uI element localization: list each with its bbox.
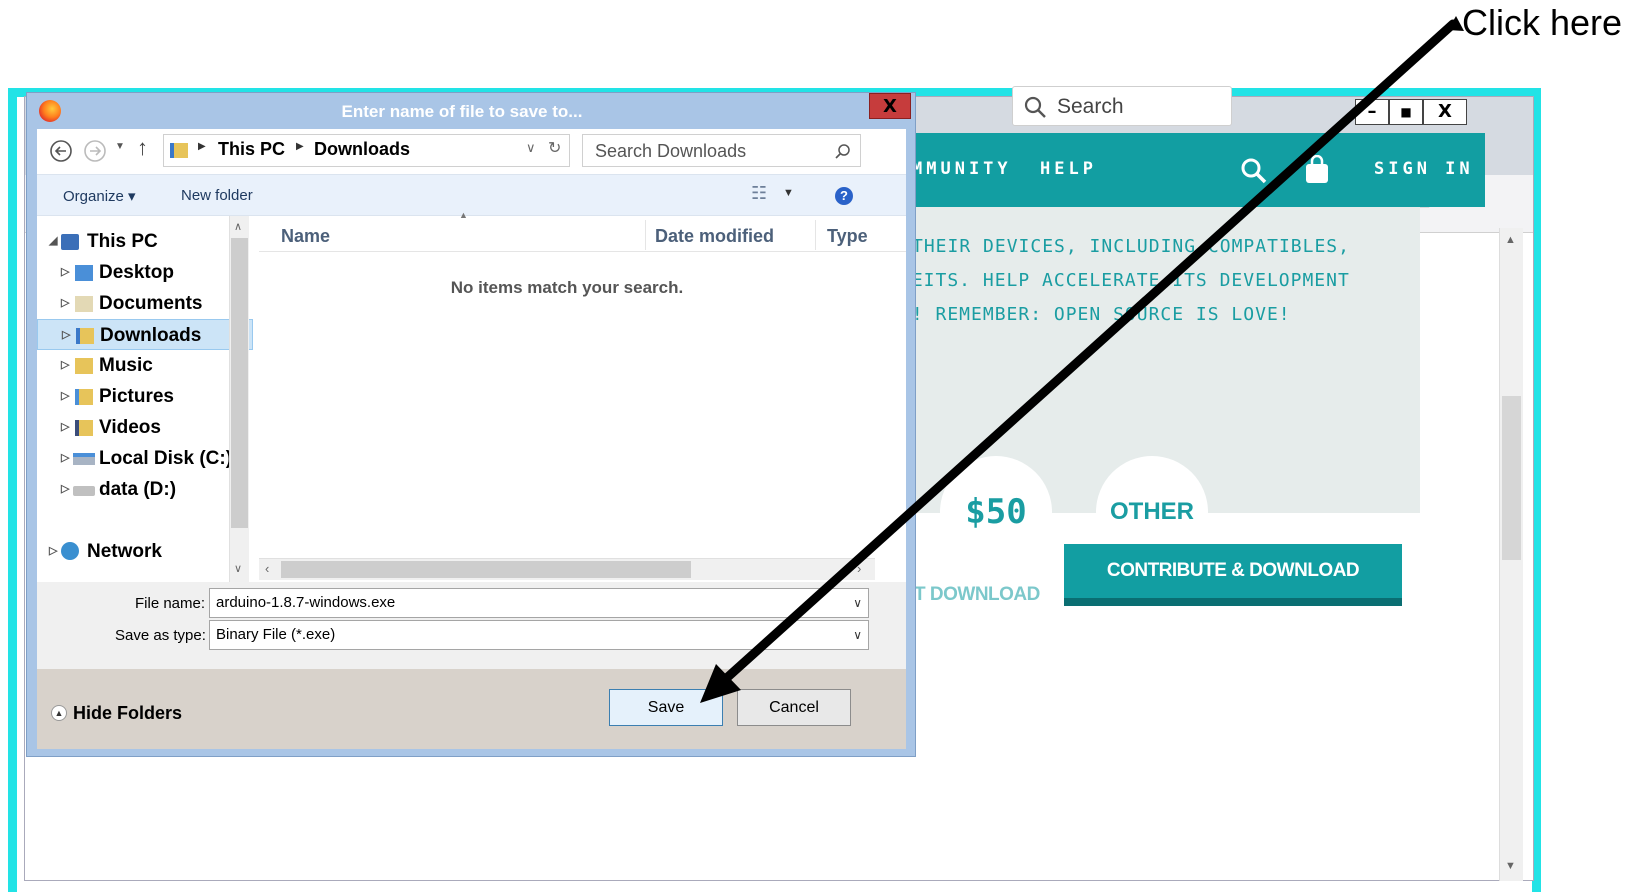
annotation-label: Click here: [1462, 2, 1623, 43]
annotation-arrow: [700, 16, 1464, 703]
